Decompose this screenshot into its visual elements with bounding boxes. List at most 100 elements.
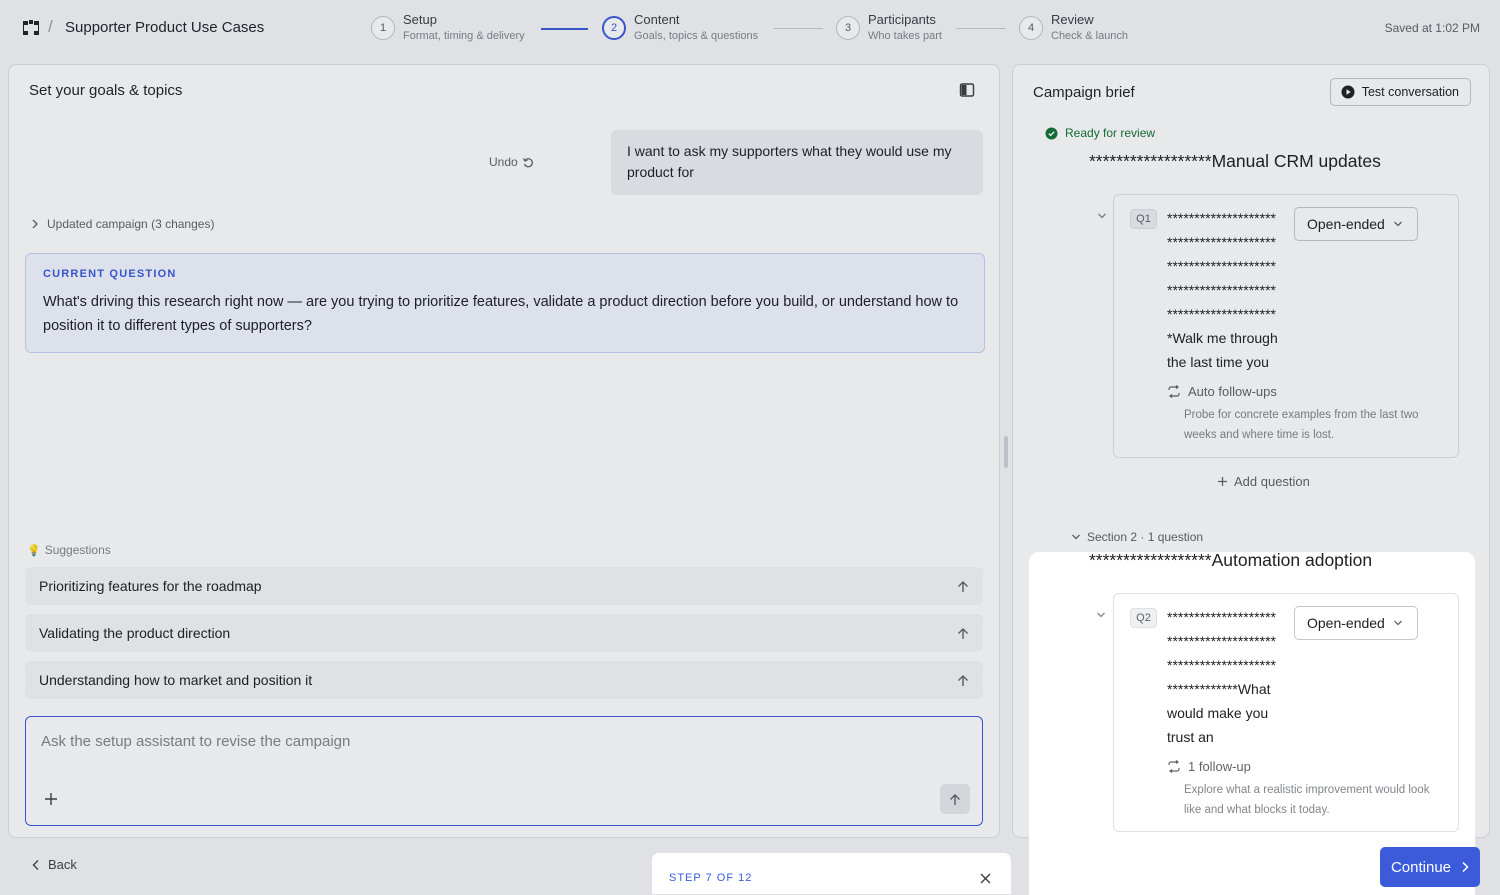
section-header[interactable]: Section 2 · 1 question [1071,530,1203,544]
chevron-down-icon[interactable] [1096,610,1106,620]
question-text-line: the last time you [1167,354,1269,370]
chevron-right-icon [1462,861,1469,873]
question-text-line: ******************** [1167,306,1276,322]
question-text-line: ******************** [1167,210,1276,226]
followup-label: Auto follow-ups [1188,384,1277,399]
step-connector [956,28,1006,29]
step-number: 4 [1019,16,1043,40]
question-text-line: ******************** [1167,258,1276,274]
undo-icon [522,157,533,167]
step-number: 3 [836,16,860,40]
suggestion-text: Validating the product direction [39,625,231,641]
question-text-line: *Walk me through [1167,330,1278,346]
user-message: I want to ask my supporters what they wo… [611,130,983,195]
step-title: Participants [868,12,936,27]
followup-setting[interactable]: 1 follow-up [1167,759,1251,774]
suggestion-chip[interactable]: Understanding how to market and position… [25,661,983,699]
step-number: 2 [602,16,626,40]
back-button[interactable]: Back [32,857,77,872]
close-icon[interactable] [980,873,991,884]
question-card[interactable]: Q2 ******************** ****************… [1113,593,1459,832]
question-number: Q1 [1130,209,1157,229]
plus-icon [1218,477,1227,486]
suggestion-text: Understanding how to market and position… [39,672,313,688]
step-number: 1 [371,16,395,40]
question-number: Q2 [1130,608,1157,628]
step-setup[interactable]: 1 Setup Format, timing & delivery [371,12,525,44]
chat-input[interactable] [41,733,941,750]
current-question-label: CURRENT QUESTION [43,268,177,280]
question-text-line: ******************** [1167,609,1276,625]
test-conversation-button[interactable]: Test conversation [1329,78,1471,106]
question-text-line: ******************** [1167,234,1276,250]
arrow-up-icon [958,580,968,592]
step-connector [774,28,823,29]
chat-composer [25,716,983,826]
question-text[interactable]: ******************** *******************… [1167,605,1287,749]
section-title[interactable]: ******************Manual CRM updates [1089,151,1381,172]
continue-label: Continue [1390,858,1452,876]
step-participants[interactable]: 3 Participants Who takes part [836,12,942,44]
question-text-line: ******************** [1167,282,1276,298]
undo-label: Undo [489,155,518,169]
question-text-line: ******************** [1167,633,1276,649]
question-text-line: *************What [1167,681,1271,697]
step-review[interactable]: 4 Review Check & launch [1019,12,1128,44]
updated-campaign-toggle[interactable]: Updated campaign (3 changes) [31,217,214,231]
step-title: Content [634,12,680,27]
campaign-title[interactable]: Supporter Product Use Cases [65,19,264,36]
tour-spotlight: ******************Automation adoption Q2… [1029,550,1475,895]
chevron-right-icon [32,219,38,229]
panel-resize-handle[interactable] [1004,436,1008,468]
top-bar: / Supporter Product Use Cases 1 Setup Fo… [0,0,1500,56]
tour-step-counter: STEP 7 OF 12 [669,872,753,884]
chevron-down-icon [1393,620,1402,626]
step-subtitle: Goals, topics & questions [634,30,759,42]
undo-button[interactable]: Undo [489,155,535,169]
arrow-up-icon [958,627,968,639]
suggestion-text: Prioritizing features for the roadmap [39,578,262,594]
followup-setting[interactable]: Auto follow-ups [1167,384,1277,399]
updated-campaign-label: Updated campaign (3 changes) [47,217,215,231]
status-text: Ready for review [1065,126,1156,140]
lightbulb-icon: 💡 [27,544,41,557]
repeat-icon [1168,760,1180,773]
suggestion-chip[interactable]: Validating the product direction [25,614,983,652]
current-question-text: What's driving this research right now —… [43,294,959,334]
section-title[interactable]: ******************Automation adoption [1089,550,1372,571]
plus-icon[interactable] [43,791,59,807]
step-content[interactable]: 2 Content Goals, topics & questions [602,12,758,44]
question-text-line: ******************** [1167,657,1276,673]
send-button[interactable] [940,784,970,814]
chevron-down-icon [1393,221,1402,227]
arrow-up-icon [950,793,960,805]
app-logo-icon[interactable] [20,17,42,39]
suggestions-label: Suggestions [44,543,111,557]
chevron-down-icon[interactable] [1097,211,1107,221]
test-conversation-label: Test conversation [1361,85,1459,99]
question-type-select[interactable]: Open-ended [1294,606,1418,640]
setup-assistant-panel: Set your goals & topics Undo I want to a… [8,64,1000,838]
question-type-value: Open-ended [1307,615,1385,631]
arrow-up-icon [958,674,968,686]
question-card[interactable]: Q1 ******************** ****************… [1113,194,1459,458]
step-subtitle: Check & launch [1051,30,1129,42]
question-text-line: would make you [1167,705,1269,721]
continue-button[interactable]: Continue [1380,847,1480,887]
tour-popover: STEP 7 OF 12 [651,852,1012,895]
question-text[interactable]: ******************** *******************… [1167,206,1287,374]
add-question-button[interactable]: Add question [1217,474,1310,489]
step-subtitle: Format, timing & delivery [403,30,525,42]
step-connector [541,28,588,30]
followup-description: Explore what a realistic improvement wou… [1184,784,1430,816]
panel-title: Campaign brief [1033,84,1135,101]
repeat-icon [1168,385,1180,398]
step-title: Setup [403,12,437,27]
suggestion-chip[interactable]: Prioritizing features for the roadmap [25,567,983,605]
chevron-left-icon [32,859,39,870]
section-meta-text: Section 2 · 1 question [1087,530,1204,544]
sidebar-toggle-icon[interactable] [959,82,975,98]
question-type-select[interactable]: Open-ended [1294,207,1418,241]
step-title: Review [1051,12,1094,27]
panel-title: Set your goals & topics [29,82,183,99]
